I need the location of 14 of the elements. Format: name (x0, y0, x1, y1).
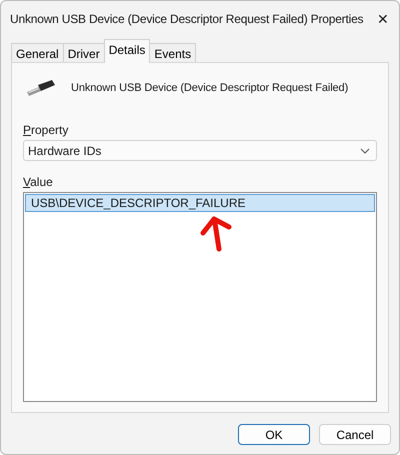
tab[interactable]: Events (149, 43, 196, 63)
property-label: Property (23, 123, 68, 137)
close-button[interactable]: ✕ (373, 9, 393, 29)
list-item[interactable]: USB\DEVICE_DESCRIPTOR_FAILURE (25, 194, 375, 212)
chevron-down-icon (360, 148, 370, 154)
property-dropdown[interactable]: Hardware IDs (23, 140, 377, 161)
window-title: Unknown USB Device (Device Descriptor Request Failed) Properties (10, 12, 364, 26)
usb-plug-icon (25, 80, 55, 96)
ok-button[interactable]: OK (238, 424, 310, 445)
cancel-button[interactable]: Cancel (319, 424, 391, 445)
value-label: Value (23, 175, 53, 189)
device-name: Unknown USB Device (Device Descriptor Request Failed) (71, 82, 348, 94)
tab[interactable]: General (11, 43, 64, 63)
tab[interactable]: Details (104, 39, 150, 63)
